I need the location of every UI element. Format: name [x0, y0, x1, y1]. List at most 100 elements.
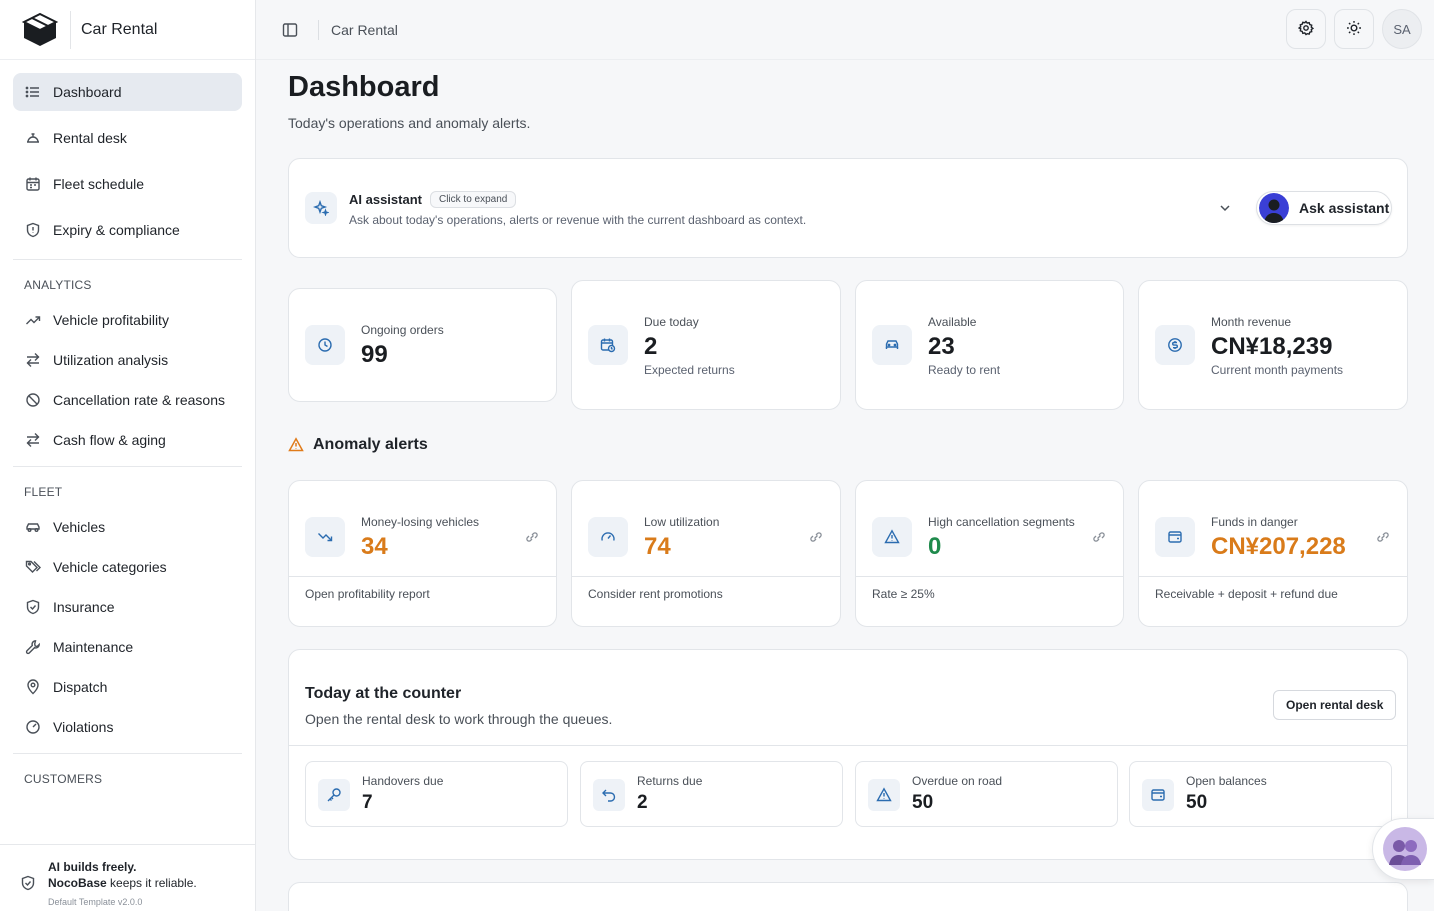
dollar-circle-icon — [1155, 325, 1195, 365]
nav-divider — [13, 466, 242, 467]
alert-label: Money-losing vehicles — [361, 515, 480, 529]
sidebar-footer: AI builds freely. NocoBase keeps it reli… — [0, 844, 255, 911]
counter-item-handovers[interactable]: Handovers due 7 — [305, 761, 568, 827]
stat-card-ongoing-orders[interactable]: Ongoing orders 99 — [288, 288, 557, 402]
counter-item-open-balances[interactable]: Open balances 50 — [1129, 761, 1392, 827]
stat-card-month-revenue[interactable]: Month revenue CN¥18,239 Current month pa… — [1138, 280, 1408, 410]
link-icon[interactable] — [1375, 529, 1391, 545]
link-icon[interactable] — [524, 529, 540, 545]
alert-value: CN¥207,228 — [1211, 533, 1346, 560]
alert-card-money-losing[interactable]: Money-losing vehicles 34 Open profitabil… — [288, 480, 557, 627]
shield-check-icon — [24, 598, 42, 616]
link-icon[interactable] — [808, 529, 824, 545]
alert-value: 0 — [928, 533, 942, 560]
sidebar-item-label: Vehicle categories — [53, 559, 167, 575]
sidebar-item-label: Vehicles — [53, 519, 106, 535]
sidebar-item-dashboard[interactable]: Dashboard — [13, 73, 242, 111]
sidebar-item-label: Vehicle profitability — [53, 312, 169, 328]
alert-foot: Rate ≥ 25% — [872, 587, 935, 601]
arrows-swap-icon — [24, 351, 42, 369]
sidebar-item-rental-desk[interactable]: Rental desk — [13, 119, 242, 157]
car-icon — [24, 518, 42, 536]
sidebar-item-label: Cancellation rate & reasons — [53, 392, 225, 408]
sidebar-item-vehicles[interactable]: Vehicles — [13, 511, 242, 543]
ban-icon — [24, 391, 42, 409]
sidebar-item-violations[interactable]: Violations — [13, 711, 242, 743]
floating-assistant-button[interactable] — [1372, 818, 1434, 880]
sidebar-item-vehicle-categories[interactable]: Vehicle categories — [13, 551, 242, 583]
sidebar-item-cancellation-rate[interactable]: Cancellation rate & reasons — [13, 384, 242, 416]
sidebar-item-fleet-schedule[interactable]: Fleet schedule — [13, 165, 242, 203]
stat-card-due-today[interactable]: Due today 2 Expected returns — [571, 280, 841, 410]
ask-assistant-button[interactable]: Ask assistant — [1256, 191, 1392, 225]
alert-card-high-cancellation[interactable]: High cancellation segments 0 Rate ≥ 25% — [855, 480, 1124, 627]
sidebar-item-utilization-analysis[interactable]: Utilization analysis — [13, 344, 242, 376]
top-header: Car Rental SA — [256, 0, 1434, 60]
sidebar-nav: Dashboard Rental desk Fleet schedule Exp… — [0, 60, 255, 798]
mini-label: Open balances — [1186, 774, 1267, 788]
calendar-icon — [24, 175, 42, 193]
chevron-down-icon[interactable] — [1218, 201, 1232, 215]
brand-divider — [70, 10, 71, 49]
next-card — [288, 882, 1408, 911]
counter-card: Today at the counter Open the rental des… — [288, 649, 1408, 860]
ai-assistant-card[interactable]: AI assistant Click to expand Ask about t… — [288, 158, 1408, 258]
sidebar-toggle-icon[interactable] — [282, 22, 298, 38]
counter-title: Today at the counter — [305, 685, 462, 702]
alert-label: High cancellation segments — [928, 515, 1075, 529]
alert-card-low-utilization[interactable]: Low utilization 74 Consider rent promoti… — [571, 480, 841, 627]
open-rental-desk-button[interactable]: Open rental desk — [1273, 690, 1397, 720]
sidebar-item-dispatch[interactable]: Dispatch — [13, 671, 242, 703]
car-icon — [872, 325, 912, 365]
shield-check-icon — [20, 875, 36, 891]
footer-version: Default Template v2.0.0 — [48, 897, 143, 907]
sidebar-item-cash-flow[interactable]: Cash flow & aging — [13, 424, 242, 456]
map-pin-icon — [24, 678, 42, 696]
page-title: Dashboard — [288, 71, 440, 103]
stat-label: Ongoing orders — [361, 323, 444, 337]
brand[interactable]: Car Rental — [0, 0, 255, 60]
nav-divider — [13, 259, 242, 260]
mini-label: Returns due — [637, 774, 703, 788]
header-divider — [318, 19, 319, 40]
nav-group-analytics: ANALYTICS — [24, 278, 92, 292]
ai-title-row: AI assistant Click to expand — [349, 191, 517, 208]
arrows-swap-icon — [24, 431, 42, 449]
link-icon[interactable] — [1091, 529, 1107, 545]
stat-foot: Expected returns — [644, 363, 735, 377]
stat-value: 23 — [928, 333, 955, 360]
sidebar-item-label: Rental desk — [53, 130, 127, 146]
wrench-icon — [24, 638, 42, 656]
wallet-icon — [1155, 517, 1195, 557]
sidebar-item-maintenance[interactable]: Maintenance — [13, 631, 242, 663]
alert-card-funds-in-danger[interactable]: Funds in danger CN¥207,228 Receivable + … — [1138, 480, 1408, 627]
sidebar-item-label: Maintenance — [53, 639, 134, 655]
sidebar-item-expiry-compliance[interactable]: Expiry & compliance — [13, 211, 242, 249]
gauge-icon — [24, 718, 42, 736]
sidebar-item-insurance[interactable]: Insurance — [13, 591, 242, 623]
settings-button[interactable] — [1286, 9, 1326, 49]
stat-card-available[interactable]: Available 23 Ready to rent — [855, 280, 1124, 410]
user-avatar[interactable]: SA — [1382, 9, 1422, 49]
stat-value: 2 — [644, 333, 658, 360]
warning-icon — [872, 517, 912, 557]
alert-foot: Consider rent promotions — [588, 587, 723, 601]
expand-badge[interactable]: Click to expand — [429, 191, 517, 208]
stat-label: Due today — [644, 315, 699, 329]
page-subtitle: Today's operations and anomaly alerts. — [288, 115, 531, 131]
sun-icon — [1346, 20, 1362, 39]
alert-value: 34 — [361, 533, 388, 560]
key-icon — [318, 779, 350, 811]
theme-toggle-button[interactable] — [1334, 9, 1374, 49]
alert-label: Funds in danger — [1211, 515, 1298, 529]
alert-card-body: Funds in danger CN¥207,228 — [1139, 481, 1407, 577]
alert-label: Low utilization — [644, 515, 720, 529]
footer-line1: AI builds freely. — [48, 860, 137, 874]
wallet-icon — [1142, 779, 1174, 811]
footer-line2: keeps it reliable. — [106, 876, 197, 890]
counter-item-returns[interactable]: Returns due 2 — [580, 761, 843, 827]
counter-item-overdue[interactable]: Overdue on road 50 — [855, 761, 1118, 827]
ask-assistant-label: Ask assistant — [1299, 200, 1390, 216]
sidebar-item-vehicle-profitability[interactable]: Vehicle profitability — [13, 304, 242, 336]
mini-value: 2 — [637, 792, 648, 813]
